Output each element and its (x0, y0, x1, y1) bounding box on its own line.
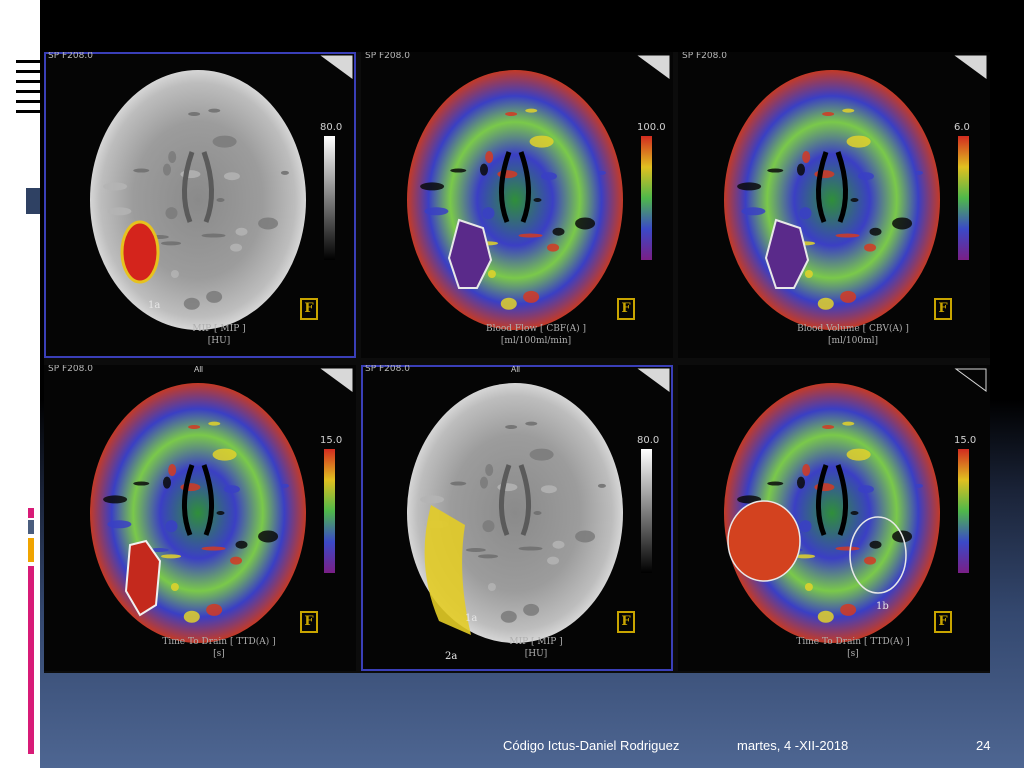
color-scale-bar (958, 449, 969, 573)
corner-triangle-icon (637, 55, 670, 79)
color-scale-bar (324, 136, 335, 260)
map-title: MIP [ MIP ] (192, 324, 246, 334)
color-scale-max: 100.0 (637, 122, 666, 133)
color-scale-max: 6.0 (954, 122, 970, 133)
corner-triangle-icon (637, 368, 670, 392)
f-marker-icon: F (617, 611, 635, 633)
panel-series-label: SP F208.0 (48, 365, 93, 374)
color-scale-bar (641, 449, 652, 573)
color-scale-max: 80.0 (320, 122, 343, 133)
scan-panel[interactable]: 15.0 Time To Drain [ TTD(A) ] [s] 1b F (678, 365, 990, 671)
infarct-roi (120, 220, 160, 284)
map-unit: [s] (847, 649, 859, 659)
accent-bar-orange (28, 538, 34, 562)
f-marker-icon: F (934, 611, 952, 633)
decorative-stripes (16, 60, 40, 124)
accent-bar-slate (28, 520, 34, 534)
corner-triangle-icon (954, 368, 987, 392)
roi-ellipse (727, 500, 801, 582)
panel-series-label: SP F208.0 (682, 52, 727, 61)
f-marker-icon: F (617, 298, 635, 320)
brain-slice (407, 70, 623, 330)
footer-author: Código Ictus-Daniel Rodriguez (503, 738, 680, 753)
corner-triangle-icon (320, 368, 353, 392)
map-unit: [HU] (524, 649, 548, 659)
accent-bar-pink (28, 508, 34, 518)
map-title: Blood Volume [ CBV(A) ] (797, 324, 909, 334)
scan-panel[interactable]: SP F208.0 100.0 Blood Flow [ CBF(A) ] [ml/1… (361, 52, 673, 358)
map-unit: [ml/100ml/min] (500, 336, 572, 346)
panel-phase-label: All (511, 365, 520, 374)
color-scale-bar (641, 136, 652, 260)
perfusion-image-mosaic: SP F208.0 80.0 MIP [ MIP ] [HU] 1a F SP F208.0… (44, 52, 990, 673)
f-marker-icon: F (300, 611, 318, 633)
color-scale-max: 80.0 (637, 435, 660, 446)
panel-phase-label: All (194, 365, 203, 374)
accent-bar-slate (26, 188, 40, 214)
brain-slice (90, 383, 306, 643)
map-unit: [HU] (207, 336, 231, 346)
footer-date: martes, 4 -XII-2018 (737, 738, 849, 753)
corner-triangle-icon (320, 55, 353, 79)
scan-panel[interactable]: SP F208.0 6.0 Blood Volume [ CBV(A) ] [ml/1… (678, 52, 990, 358)
scan-panel[interactable]: SP F208.0 80.0 MIP [ MIP ] [HU] 1a F (44, 52, 356, 358)
map-unit: [s] (213, 649, 225, 659)
roi-label: 1b (876, 601, 889, 612)
roi-label: 1a (148, 300, 161, 311)
panel-series-label: SP F208.0 (365, 365, 410, 374)
slide-number: 24 (976, 738, 991, 753)
f-marker-icon: F (300, 298, 318, 320)
roi-label-secondary: 2a (445, 651, 458, 662)
map-title: Blood Flow [ CBF(A) ] (485, 324, 587, 334)
panel-series-label: SP F208.0 (365, 52, 410, 61)
map-unit: [ml/100ml] (827, 336, 879, 346)
slide-decoration (0, 0, 40, 768)
panel-series-label: SP F208.0 (48, 52, 93, 61)
map-title: MIP [ MIP ] (509, 637, 563, 647)
color-scale-bar (958, 136, 969, 260)
corner-triangle-icon (954, 55, 987, 79)
color-scale-max: 15.0 (320, 435, 343, 446)
brain-slice (724, 70, 940, 330)
color-scale-max: 15.0 (954, 435, 977, 446)
color-scale-bar (324, 449, 335, 573)
map-title: Time To Drain [ TTD(A) ] (162, 637, 276, 647)
accent-bar-pink-long (28, 566, 34, 754)
brain-slice (90, 70, 306, 330)
map-title: Time To Drain [ TTD(A) ] (796, 637, 910, 647)
scan-panel[interactable]: SP F208.0 All 80.0 MIP [ MIP ] [HU] 1a 2a F (361, 365, 673, 671)
scan-panel[interactable]: SP F208.0 All 15.0 Time To Drain [ TTD(A) ]… (44, 365, 356, 671)
roi-label: 1a (465, 613, 478, 624)
f-marker-icon: F (934, 298, 952, 320)
